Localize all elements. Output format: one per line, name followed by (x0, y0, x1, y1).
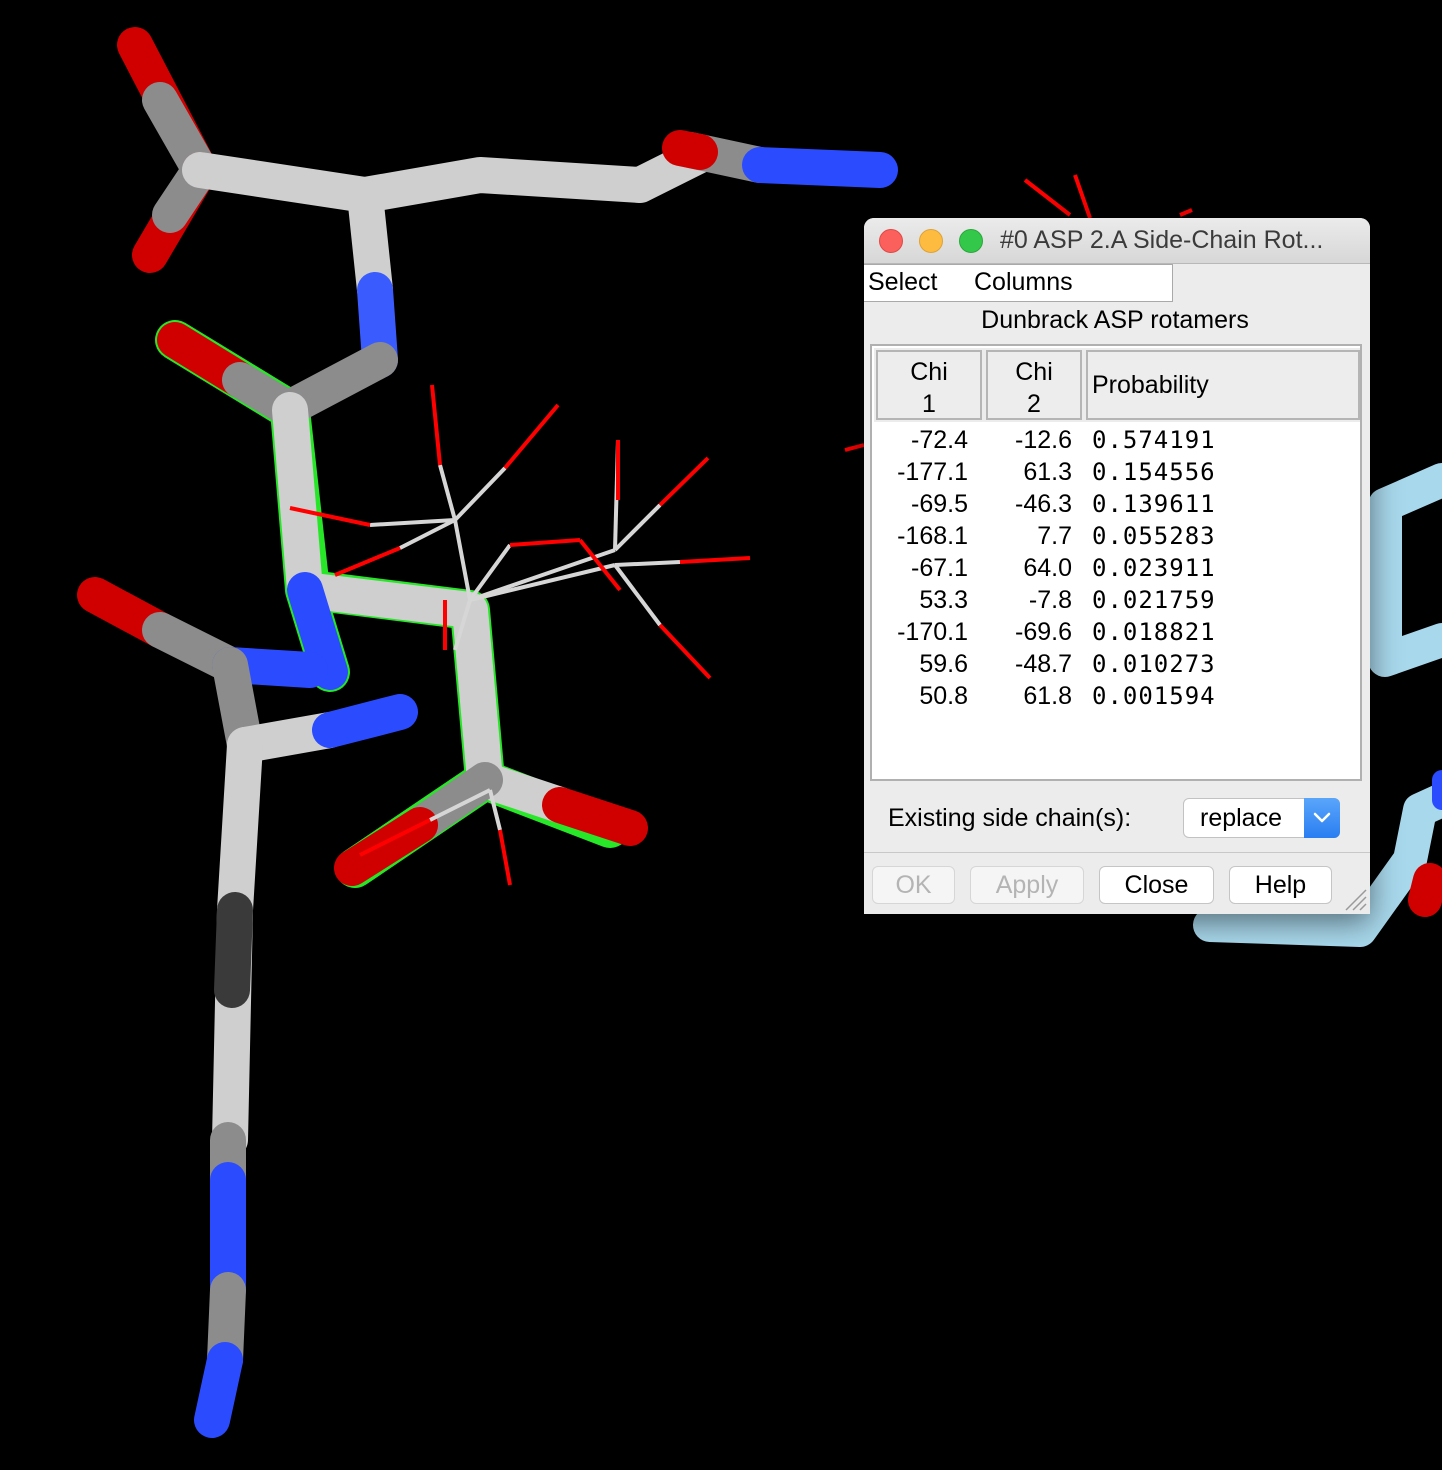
resize-grip-icon[interactable] (1342, 886, 1368, 912)
menu-bar: Select Columns (864, 264, 1173, 302)
table-row[interactable]: 53.3 -7.8 0.021759 (872, 584, 1360, 616)
table-body: -72.4 -12.6 0.574191 -177.1 61.3 0.154556 -6… (872, 424, 1360, 712)
table-row[interactable]: -72.4 -12.6 0.574191 (872, 424, 1360, 456)
apply-button[interactable]: Apply (970, 866, 1084, 904)
column-header-chi2[interactable]: Chi 2 (986, 350, 1082, 420)
window-title: #0 ASP 2.A Side-Chain Rot... (1000, 226, 1324, 254)
table-row[interactable]: 50.8 61.8 0.001594 (872, 680, 1360, 712)
ok-button[interactable]: OK (872, 866, 955, 904)
column-header-chi1[interactable]: Chi 1 (876, 350, 982, 420)
table-row[interactable]: -69.5 -46.3 0.139611 (872, 488, 1360, 520)
divider (864, 852, 1370, 853)
table-row[interactable]: -177.1 61.3 0.154556 (872, 456, 1360, 488)
chevron-down-icon[interactable] (1304, 798, 1340, 838)
zoom-window-icon[interactable] (959, 229, 983, 253)
table-caption: Dunbrack ASP rotamers (981, 306, 1249, 334)
table-row[interactable]: 59.6 -48.7 0.010273 (872, 648, 1360, 680)
table-row[interactable]: -168.1 7.7 0.055283 (872, 520, 1360, 552)
menu-columns[interactable]: Columns (974, 268, 1073, 297)
table-row[interactable]: -170.1 -69.6 0.018821 (872, 616, 1360, 648)
minimize-window-icon[interactable] (919, 229, 943, 253)
window-titlebar[interactable]: #0 ASP 2.A Side-Chain Rot... (864, 218, 1370, 264)
menu-select[interactable]: Select (868, 268, 937, 297)
rotamers-dialog: #0 ASP 2.A Side-Chain Rot... Select Colu… (864, 218, 1370, 914)
existing-side-chains-label: Existing side chain(s): (888, 804, 1132, 832)
close-window-icon[interactable] (879, 229, 903, 253)
existing-side-chains-value: replace (1200, 804, 1282, 832)
close-button[interactable]: Close (1099, 866, 1214, 904)
lower-residue-sticks (77, 577, 418, 1438)
column-header-probability[interactable]: Probability (1086, 350, 1360, 420)
help-button[interactable]: Help (1229, 866, 1332, 904)
table-row[interactable]: -67.1 64.0 0.023911 (872, 552, 1360, 584)
table-header: Chi 1 Chi 2 Probability (874, 348, 1360, 422)
rotamer-table[interactable]: Chi 1 Chi 2 Probability -72.4 -12.6 0.5741… (870, 344, 1362, 781)
existing-side-chains-select[interactable]: replace (1183, 798, 1340, 838)
upper-residue-sticks (117, 27, 898, 423)
